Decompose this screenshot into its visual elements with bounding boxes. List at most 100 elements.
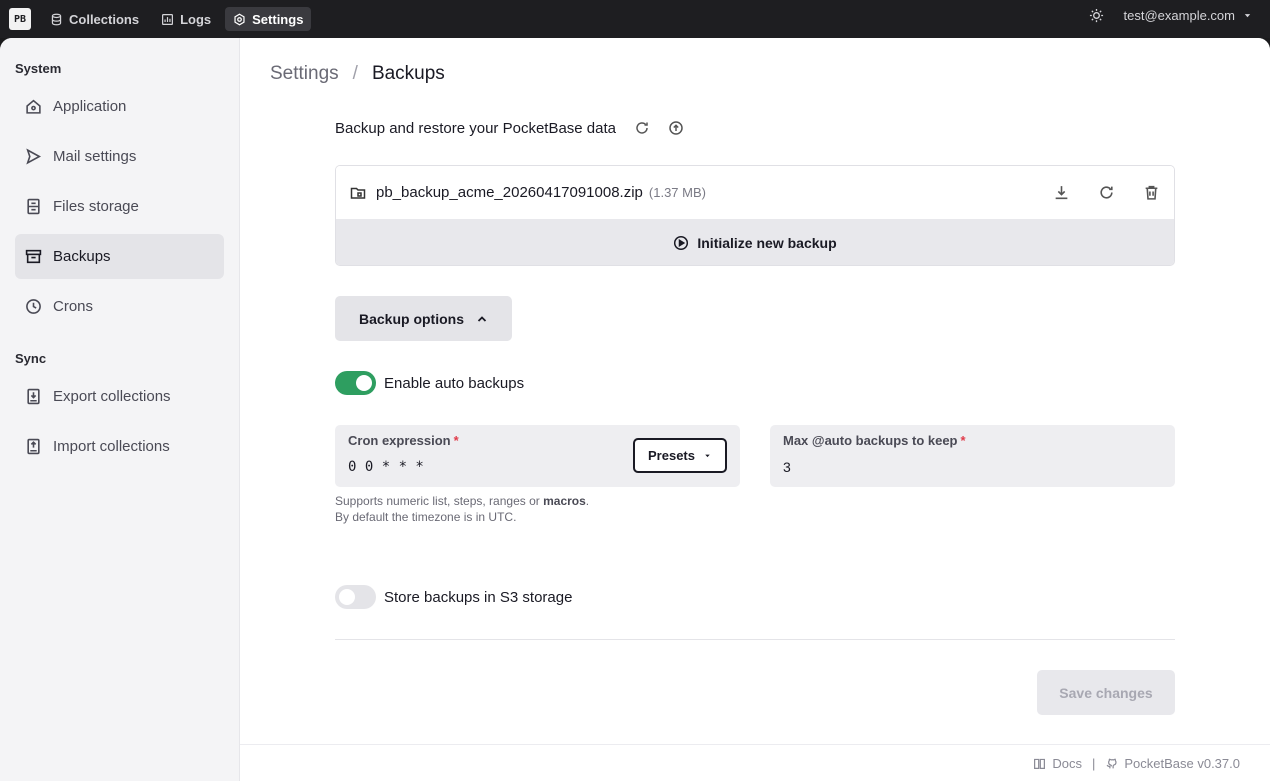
sidebar-item-label: Crons [53,298,94,315]
backup-options-label: Backup options [358,310,464,327]
top-nav: Collections Logs Settings [42,7,312,31]
initialize-backup-label: Initialize new backup [697,234,837,251]
settings-sidebar: System Application Mail settings Files s… [0,38,240,781]
docs-link[interactable]: Docs [1033,756,1082,771]
help-prefix: Supports numeric list, steps, ranges or [335,494,544,508]
sidebar-item-import-collections[interactable]: Import collections [15,424,224,469]
app-frame: System Application Mail settings Files s… [0,38,1270,781]
save-changes-button[interactable]: Save changes [1037,670,1175,715]
docs-label: Docs [1052,755,1082,771]
presets-button[interactable]: Presets [633,438,727,473]
nav-collections-label: Collections [69,11,140,27]
version-link[interactable]: PocketBase v0.37.0 [1105,756,1240,771]
nav-logs[interactable]: Logs [153,7,219,31]
sidebar-item-label: Export collections [53,388,171,405]
export-icon [27,388,40,405]
max-backups-input[interactable]: 3 [783,459,791,475]
sidebar-item-mail-settings[interactable]: Mail settings [15,134,224,179]
toggle-knob [356,375,372,391]
help-macros-link[interactable]: macros [543,494,586,508]
sun-icon[interactable] [1089,8,1104,23]
backups-section-title: Backup and restore your PocketBase data [335,118,1175,138]
sidebar-item-crons[interactable]: Crons [15,284,224,329]
refresh-icon[interactable] [634,120,650,136]
top-right: test@example.com [1089,8,1252,23]
cron-help-line2: By default the timezone is in UTC. [335,510,517,524]
folder-zip-icon [350,187,366,199]
s3-storage-row: Store backups in S3 storage [335,585,1175,609]
cron-help-text: Supports numeric list, steps, ranges or … [335,493,589,525]
logo-text: PB [13,13,27,25]
chevron-down-icon [1244,14,1251,18]
presets-label: Presets [648,448,695,463]
home-icon [26,99,41,114]
user-menu[interactable]: test@example.com [1124,8,1252,23]
required-mark: * [960,433,966,448]
nav-logs-label: Logs [180,11,212,27]
auto-backups-row: Enable auto backups [335,371,1175,395]
clock-icon [26,299,41,314]
s3-storage-toggle[interactable] [335,585,376,609]
download-icon[interactable] [1053,184,1070,201]
cron-help-line1: Supports numeric list, steps, ranges or … [335,493,589,509]
max-backups-label: Max @auto backups to keep * [783,433,966,448]
breadcrumb: Settings / Backups [270,63,445,85]
footer: Docs | PocketBase v0.37.0 [240,744,1270,781]
archive-icon [25,249,42,264]
auto-backups-toggle[interactable] [335,371,376,395]
sidebar-item-files-storage[interactable]: Files storage [15,184,224,229]
backup-filename: pb_backup_acme_20260417091008.zip [376,184,643,201]
upload-cloud-icon[interactable] [668,120,684,136]
sidebar-item-application[interactable]: Application [15,84,224,129]
import-icon [27,438,40,455]
sidebar-item-label: Backups [53,248,111,265]
breadcrumb-parent[interactable]: Settings [270,63,339,85]
chevron-up-icon [477,315,487,322]
nav-settings[interactable]: Settings [225,7,312,31]
sidebar-item-label: Import collections [53,438,170,455]
restore-icon[interactable] [1098,184,1115,201]
footer-separator: | [1091,755,1096,771]
sidebar-item-export-collections[interactable]: Export collections [15,374,224,419]
book-icon [1034,758,1046,769]
sidebar-item-label: Mail settings [53,148,137,165]
top-bar: PB Collections Logs Settings test@exampl… [0,0,1270,38]
settings-content: Settings / Backups Backup and restore yo… [240,38,1270,781]
max-backups-label-text: Max @auto backups to keep [783,433,958,448]
auto-backups-label: Enable auto backups [384,374,525,392]
backup-options-toggle[interactable]: Backup options [335,296,512,341]
divider [335,639,1175,640]
max-backups-field[interactable]: Max @auto backups to keep * 3 [770,425,1175,487]
version-label: PocketBase v0.37.0 [1124,755,1240,771]
required-mark: * [453,433,459,448]
user-email: test@example.com [1123,8,1235,23]
backup-list: pb_backup_acme_20260417091008.zip (1.37 … [335,165,1175,266]
pocketbase-logo[interactable]: PB [9,8,31,30]
toggle-knob [339,589,355,605]
trash-icon[interactable] [1143,184,1160,201]
chart-icon [162,13,174,25]
nav-settings-label: Settings [252,11,304,27]
breadcrumb-current: Backups [371,63,445,84]
backup-actions [1053,184,1160,201]
cron-expression-label: Cron expression * [348,433,459,448]
sidebar-item-label: Application [53,98,127,115]
sidebar-heading-sync: Sync [15,351,47,366]
cron-label-text: Cron expression [348,433,451,448]
initialize-backup-button[interactable]: Initialize new backup [336,219,1174,265]
backups-title: Backup and restore your PocketBase data [335,119,617,137]
cron-expression-input[interactable]: 0 0 * * * [348,459,424,475]
help-suffix: . [585,494,590,508]
cron-expression-field[interactable]: Cron expression * 0 0 * * * Presets [335,425,740,487]
github-icon [1106,758,1117,768]
backup-size: (1.37 MB) [648,185,706,200]
sidebar-item-label: Files storage [53,198,139,215]
backup-item: pb_backup_acme_20260417091008.zip (1.37 … [336,166,1174,219]
sidebar-heading-system: System [15,61,62,76]
send-icon [26,148,42,165]
sidebar-item-backups[interactable]: Backups [15,234,224,279]
database-icon [51,13,62,25]
gear-icon [234,13,245,25]
breadcrumb-separator: / [352,63,358,84]
nav-collections[interactable]: Collections [42,7,147,31]
